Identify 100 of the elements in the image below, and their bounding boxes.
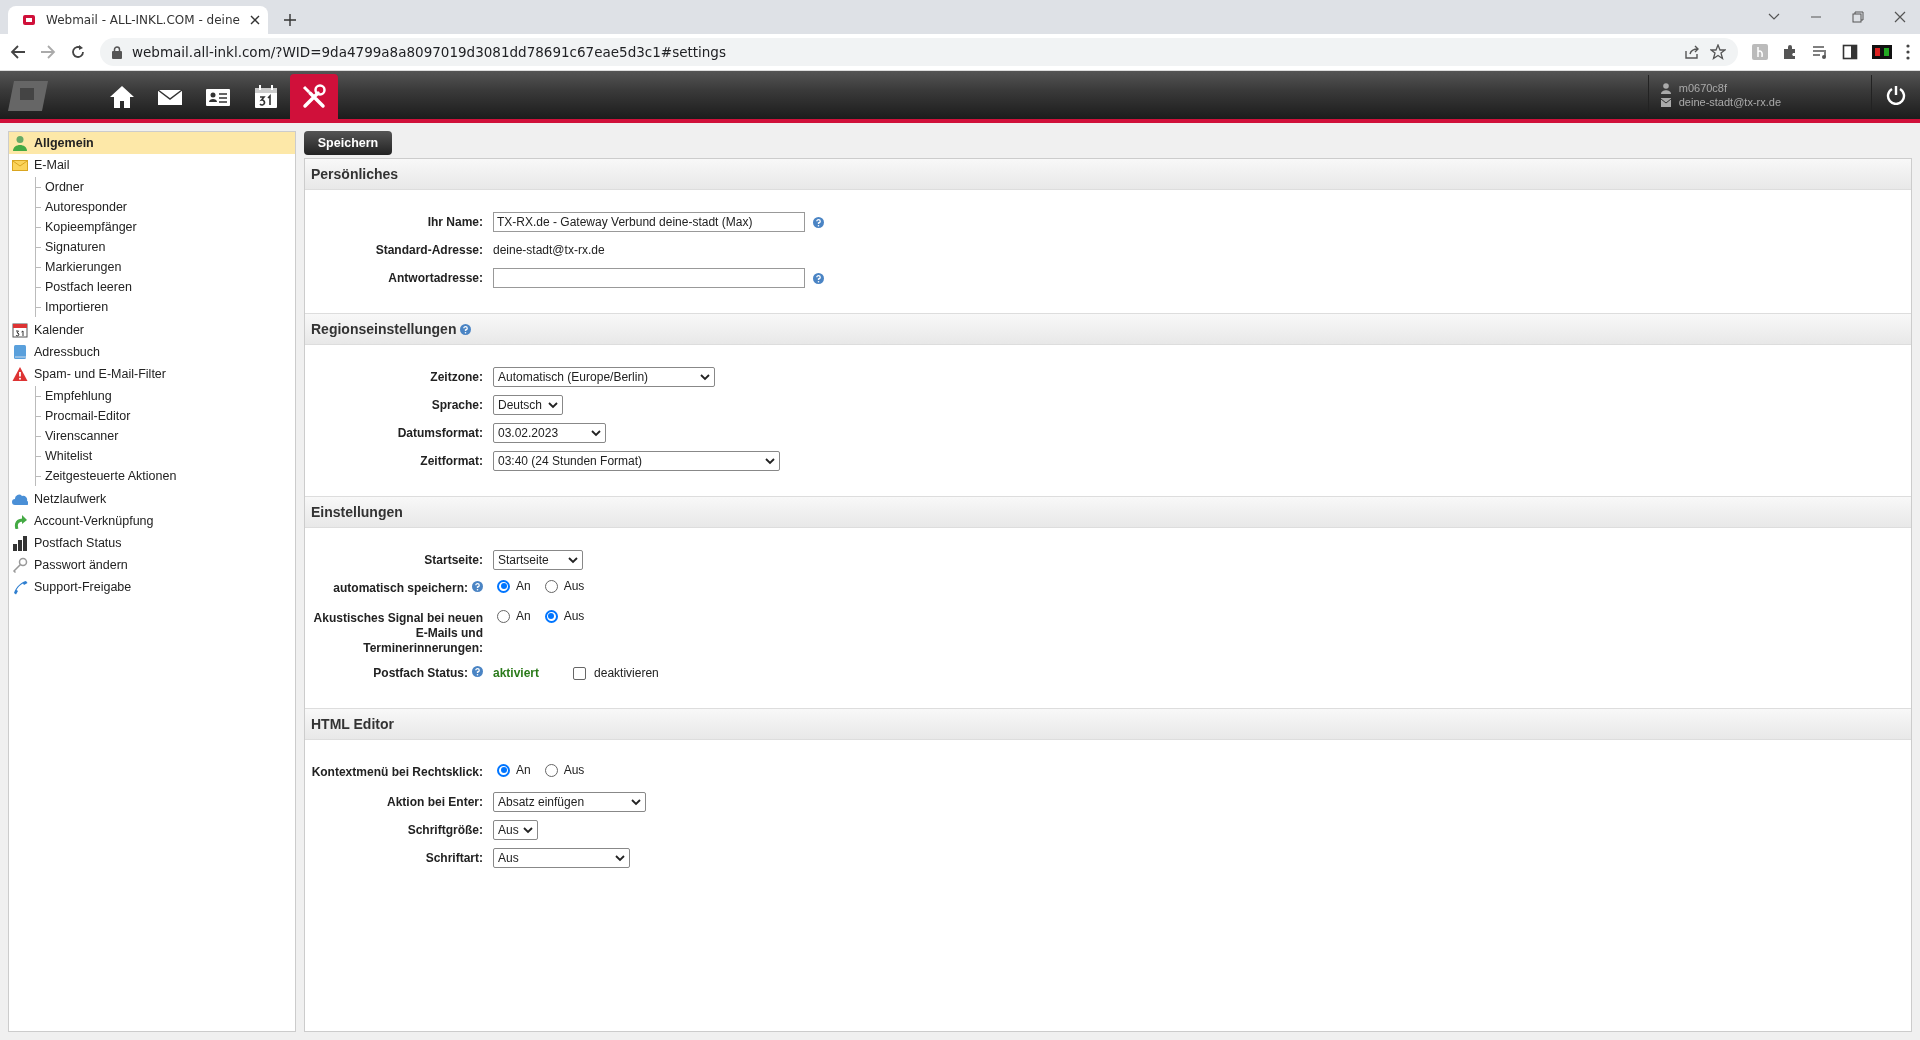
chevron-down-icon: [568, 556, 578, 564]
dropdown[interactable]: Deutsch: [493, 395, 563, 415]
field-label: Datumsformat:: [397, 426, 483, 441]
share-icon[interactable]: [1684, 44, 1700, 60]
book-icon: [12, 344, 28, 360]
sidebar-subitem[interactable]: Importieren: [36, 297, 295, 317]
lock-icon: [112, 45, 122, 59]
close-icon[interactable]: [249, 15, 260, 25]
key-icon: [12, 557, 28, 573]
sidebar-subitem[interactable]: Postfach leeren: [36, 277, 295, 297]
calendar-icon: [252, 82, 280, 111]
tools-tab[interactable]: [290, 74, 338, 119]
more-menu-icon[interactable]: [1906, 44, 1910, 60]
url-text: webmail.all-inkl.com/?WID=9da4799a8a8097019d3081dd78691c67eae5d3c1#settings: [132, 44, 726, 60]
close-icon[interactable]: [1894, 11, 1906, 23]
field-label: Standard-Adresse:: [375, 243, 483, 258]
field-label: Postfach Status:: [373, 666, 468, 681]
power-icon[interactable]: [1886, 85, 1906, 105]
sidebar-item[interactable]: Passwort ändern: [9, 554, 295, 576]
dropdown[interactable]: Aus: [493, 848, 630, 868]
dropdown[interactable]: Absatz einfügen: [493, 792, 646, 812]
field-value: deine-stadt@tx-rx.de: [493, 243, 605, 257]
radio-button[interactable]: [544, 763, 558, 777]
chevron-down-icon: [631, 798, 641, 806]
sidebar-item[interactable]: Netzlaufwerk: [9, 488, 295, 510]
radio-label[interactable]: An: [516, 763, 531, 777]
reload-icon[interactable]: [70, 44, 86, 60]
field-label: Ihr Name:: [427, 215, 483, 230]
sidebar-subitem[interactable]: Kopieempfänger: [36, 217, 295, 237]
username: m0670c8f: [1678, 82, 1728, 94]
radio-button[interactable]: [497, 763, 510, 777]
radio-button[interactable]: [497, 609, 510, 623]
new-tab-icon[interactable]: [283, 14, 296, 26]
radio-button[interactable]: [544, 609, 558, 623]
tools-icon: [300, 82, 328, 111]
sidebar-item[interactable]: Spam- und E-Mail-Filter: [9, 363, 295, 385]
sidebar-subitem[interactable]: Empfehlung: [36, 386, 295, 406]
text-field[interactable]: TX-RX.de - Gateway Verbund deine-stadt (Max): [493, 212, 805, 232]
chevron-down-icon: [523, 826, 533, 834]
section-title: Persönliches: [311, 166, 399, 182]
radio-label[interactable]: Aus: [563, 579, 585, 593]
chevron-down-icon: [700, 373, 710, 381]
chevron-down-icon: [591, 429, 601, 437]
dropdown[interactable]: 03:40 (24 Stunden Format): [493, 451, 780, 471]
sidebar-subitem[interactable]: Zeitgesteuerte Aktionen: [36, 466, 295, 486]
radio-label[interactable]: Aus: [563, 609, 585, 623]
field-label: Startseite:: [424, 553, 483, 568]
field-label: automatisch speichern:: [333, 581, 468, 596]
sidebar-item[interactable]: Account-Verknüpfung: [9, 510, 295, 532]
field-label: Schriftgröße:: [407, 823, 483, 838]
field-label: Aktion bei Enter:: [387, 795, 483, 810]
sidebar-item[interactable]: Support-Freigabe: [9, 576, 295, 598]
chevron-down-icon[interactable]: [1768, 13, 1780, 21]
radio-button[interactable]: [497, 579, 510, 593]
sidebar-subitem[interactable]: Autoresponder: [36, 197, 295, 217]
sidebar-subitem[interactable]: Procmail-Editor: [36, 406, 295, 426]
radio-label[interactable]: An: [516, 579, 531, 593]
field-label: Schriftart:: [425, 851, 483, 866]
text-field[interactable]: [493, 268, 805, 288]
media-queue-icon[interactable]: [1812, 44, 1828, 60]
sidebar-item[interactable]: Kalender: [9, 319, 295, 341]
dropdown[interactable]: Aus: [493, 820, 538, 840]
radio-button[interactable]: [544, 579, 558, 593]
warning-icon: [12, 366, 28, 382]
sidebar-item[interactable]: Allgemein: [9, 132, 295, 154]
sidebar-subitem[interactable]: Ordner: [36, 177, 295, 197]
status-value: aktiviert: [493, 666, 540, 680]
save-button[interactable]: Speichern: [304, 131, 392, 155]
puzzle-icon[interactable]: [1782, 44, 1798, 60]
radio-label[interactable]: An: [516, 609, 531, 623]
side-panel-icon[interactable]: [1842, 44, 1858, 60]
checkbox-label[interactable]: deaktivieren: [594, 666, 659, 680]
field-label: Akustisches Signal bei neuen E-Mails und Terminerinnerungen:: [312, 611, 483, 656]
person-icon: [1660, 82, 1671, 94]
field-label: Kontextmenü bei Rechtsklick:: [311, 765, 483, 780]
section-title: Regionseinstellungen: [311, 321, 457, 337]
sidebar-item[interactable]: Adressbuch: [9, 341, 295, 363]
browser-tab[interactable]: Webmail - ALL-INKL.COM - deine: [8, 6, 268, 34]
chevron-down-icon: [765, 457, 775, 465]
dropdown[interactable]: 03.02.2023: [493, 423, 606, 443]
back-arrow-icon[interactable]: [10, 44, 26, 60]
radio-label[interactable]: Aus: [563, 763, 585, 777]
user-email: deine-stadt@tx-rx.de: [1678, 96, 1781, 108]
extension-icon[interactable]: [1872, 45, 1892, 59]
sidebar-item[interactable]: Postfach Status: [9, 532, 295, 554]
dropdown[interactable]: Automatisch (Europe/Berlin): [493, 367, 715, 387]
section-title: Einstellungen: [311, 504, 403, 520]
address-bar[interactable]: webmail.all-inkl.com/?WID=9da4799a8a8097019d3081dd78691c67eae5d3c1#settings: [100, 38, 1738, 66]
chevron-down-icon: [615, 854, 625, 862]
star-icon[interactable]: [1710, 44, 1726, 60]
sidebar-subitem[interactable]: Signaturen: [36, 237, 295, 257]
dropdown[interactable]: Startseite: [493, 550, 583, 570]
checkbox[interactable]: [573, 666, 587, 680]
restore-icon[interactable]: [1852, 11, 1864, 23]
sidebar-subitem[interactable]: Whitelist: [36, 446, 295, 466]
sidebar-subitem[interactable]: Virenscanner: [36, 426, 295, 446]
sidebar-item[interactable]: E-Mail: [9, 154, 295, 176]
bar-chart-icon: [12, 535, 28, 551]
phone-handset-icon: [12, 579, 28, 595]
sidebar-subitem[interactable]: Markierungen: [36, 257, 295, 277]
